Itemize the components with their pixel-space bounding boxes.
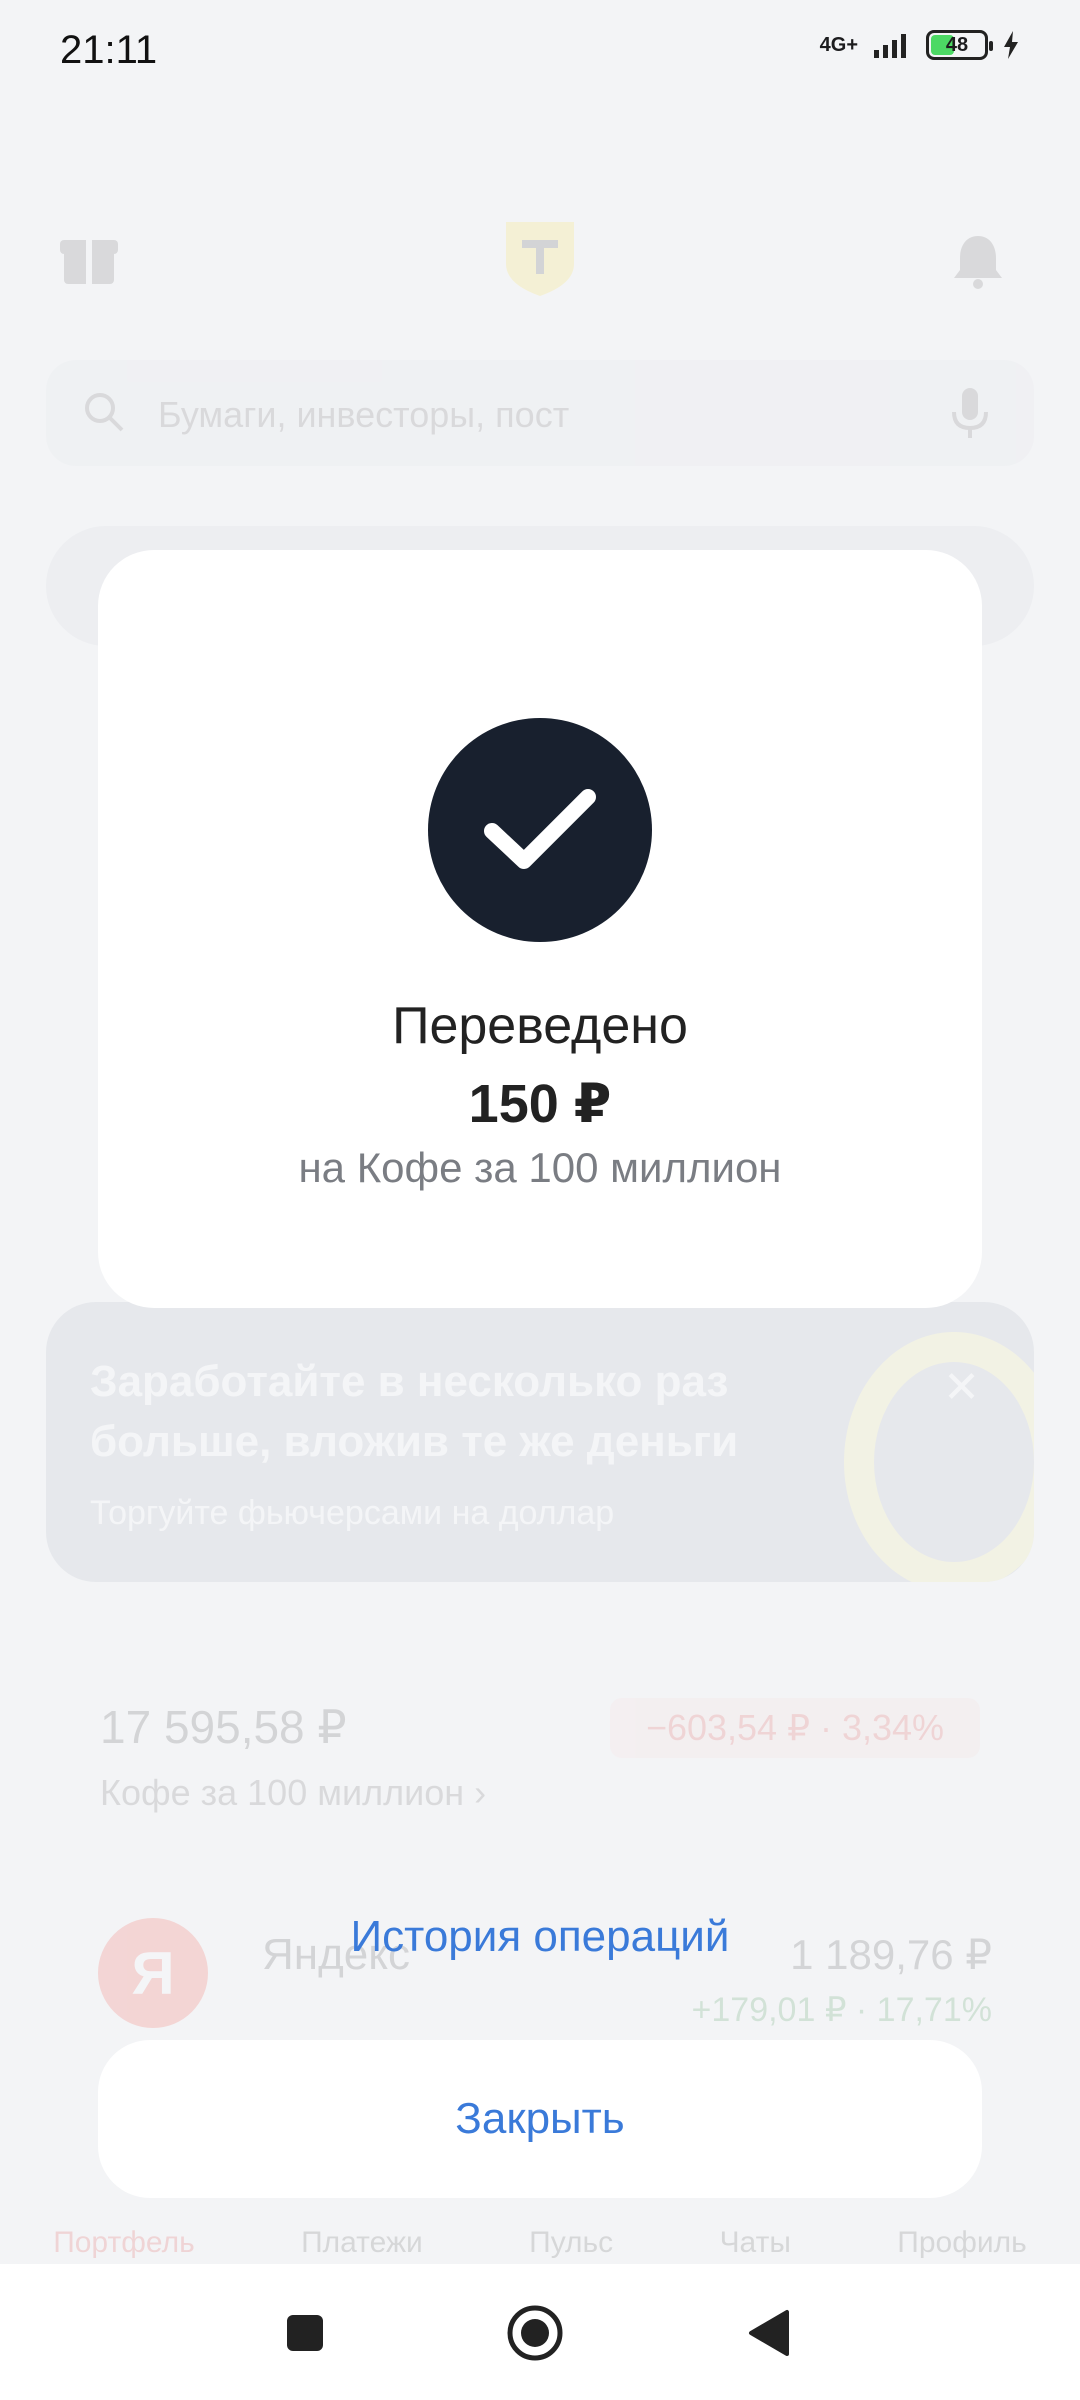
back-icon bbox=[749, 2310, 789, 2356]
mic-icon bbox=[952, 388, 988, 438]
logo-icon bbox=[506, 222, 574, 296]
nav-item-payments: Платежи bbox=[301, 2226, 423, 2259]
operations-history-link[interactable]: История операций bbox=[0, 1912, 1080, 1962]
close-button[interactable]: Закрыть bbox=[98, 2040, 982, 2198]
home-button[interactable] bbox=[504, 2302, 566, 2364]
recents-icon bbox=[287, 2315, 323, 2351]
system-nav-bar bbox=[0, 2264, 1080, 2400]
recents-button[interactable] bbox=[274, 2302, 336, 2364]
search-bar: Бумаги, инвесторы, пост bbox=[46, 360, 1034, 466]
portfolio-amount: 17 595,58 ₽ bbox=[100, 1701, 347, 1753]
promo-subtitle: Торгуйте фьючерсами на доллар bbox=[90, 1494, 615, 1532]
dialog-title: Переведено bbox=[392, 997, 688, 1055]
success-badge bbox=[428, 718, 652, 942]
gift-icon bbox=[60, 240, 118, 284]
nav-item-portfolio: Портфель bbox=[53, 2226, 195, 2259]
success-dialog: Переведено 150 ₽ на Кофе за 100 миллион bbox=[98, 550, 982, 1308]
back-button[interactable] bbox=[738, 2302, 800, 2364]
promo-title: Заработайте в несколько раз больше, влож… bbox=[90, 1357, 739, 1466]
search-icon bbox=[85, 393, 124, 432]
check-icon bbox=[484, 789, 596, 869]
transfer-recipient: на Кофе за 100 миллион bbox=[298, 1144, 782, 1191]
bell-icon bbox=[954, 236, 1002, 289]
transfer-amount: 150 ₽ bbox=[468, 1074, 612, 1134]
nav-item-pulse: Пульс bbox=[529, 2226, 614, 2259]
promo-banner: Заработайте в несколько раз больше, влож… bbox=[46, 1302, 1034, 1582]
portfolio-name: Кофе за 100 миллион › bbox=[100, 1772, 487, 1813]
nav-item-chats: Чаты bbox=[719, 2226, 791, 2259]
search-placeholder: Бумаги, инвесторы, пост bbox=[158, 394, 570, 435]
home-icon bbox=[507, 2305, 563, 2361]
nav-item-profile: Профиль bbox=[897, 2226, 1027, 2259]
portfolio-change: −603,54 ₽ · 3,34% bbox=[610, 1698, 980, 1758]
asset-delta: +179,01 ₽ · 17,71% bbox=[691, 1991, 992, 2029]
promo-art bbox=[844, 1332, 1034, 1582]
